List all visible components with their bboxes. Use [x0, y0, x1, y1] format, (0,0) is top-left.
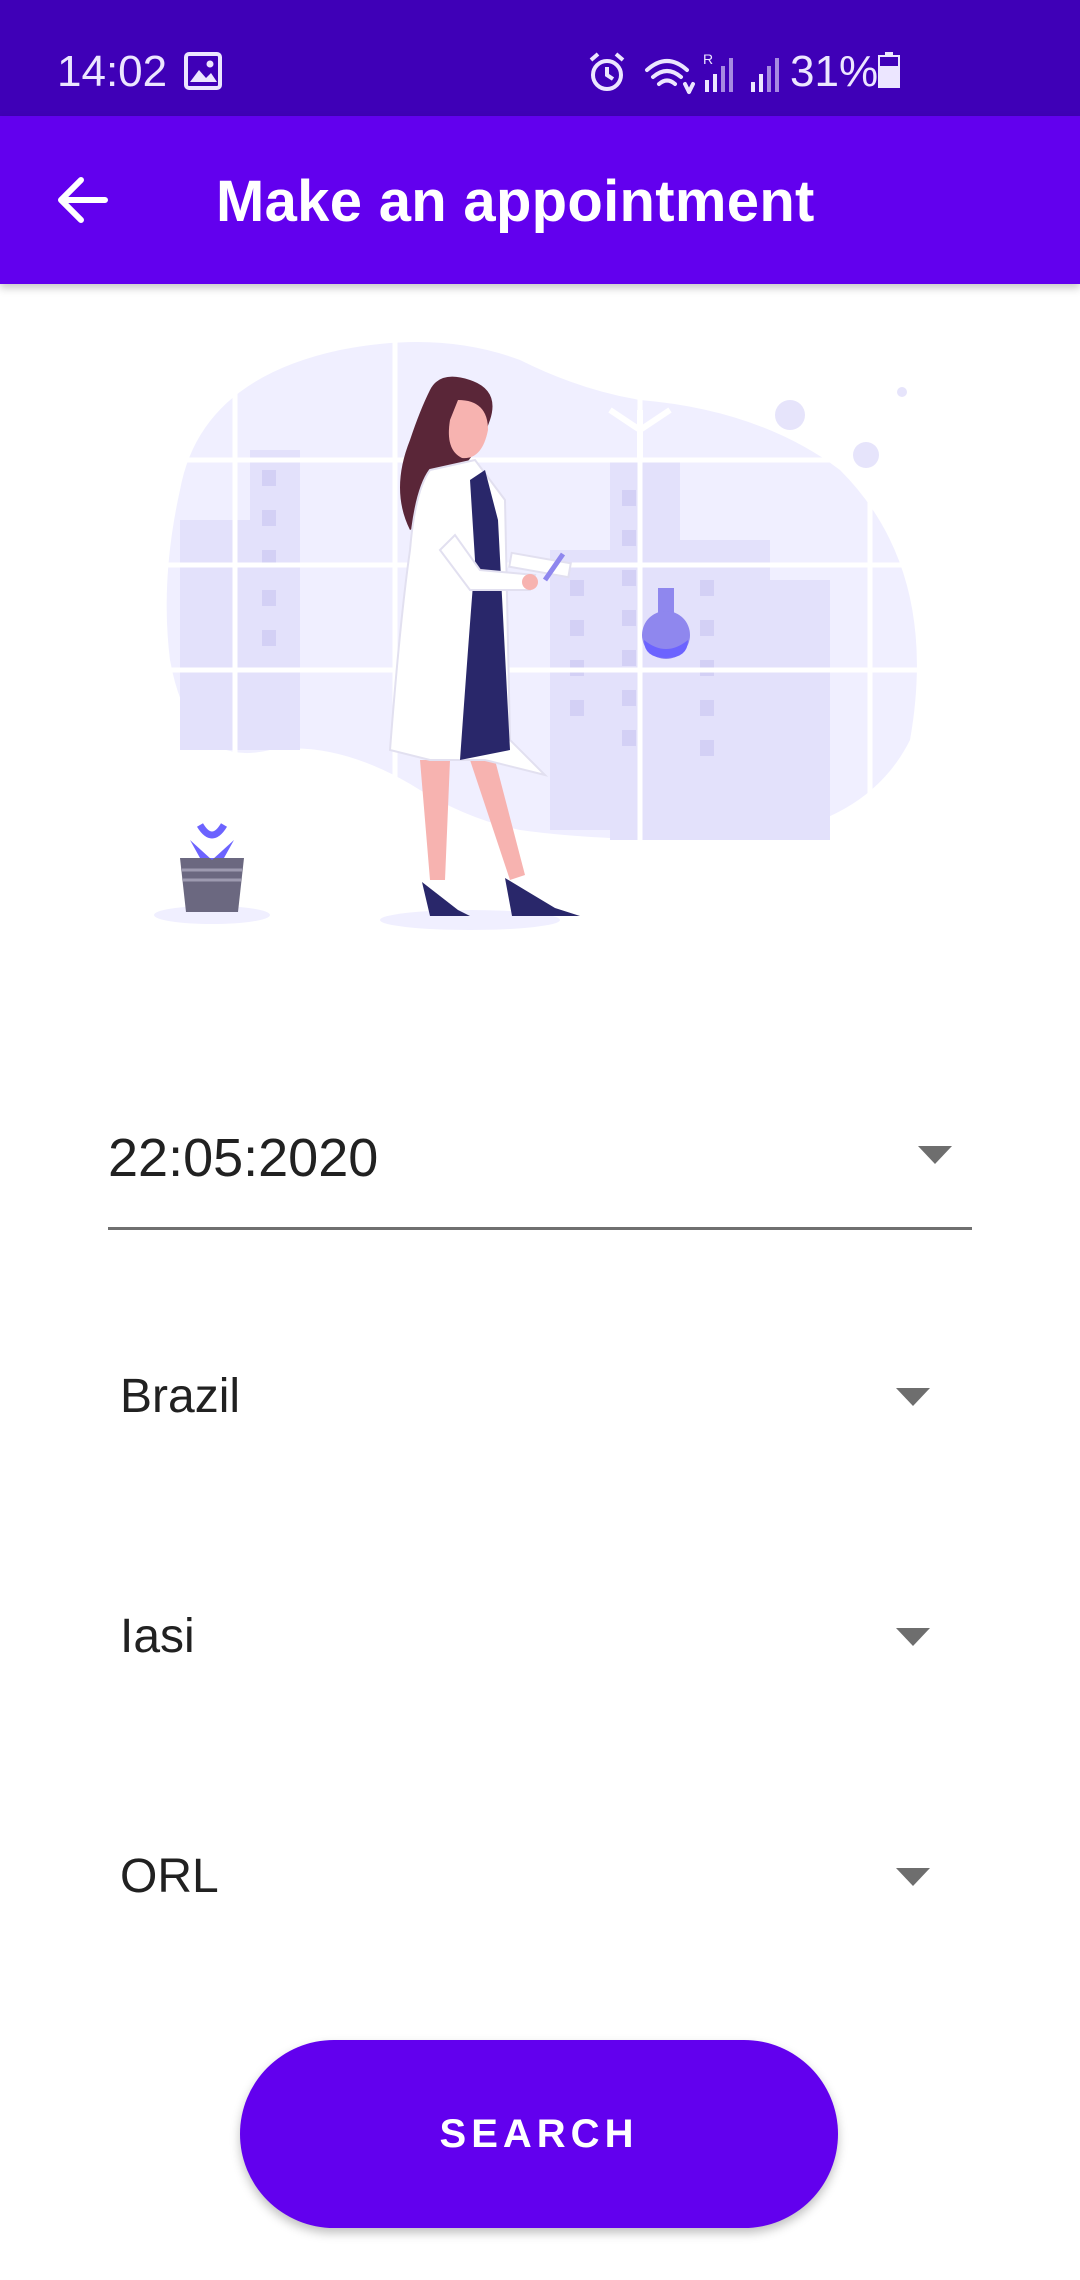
- country-value: Brazil: [120, 1370, 241, 1423]
- date-field[interactable]: 22:05:2020: [108, 1100, 972, 1230]
- status-time: 14:02: [57, 47, 168, 96]
- dropdown-arrow-icon: [896, 1868, 930, 1886]
- signal-icon: R: [703, 51, 733, 92]
- battery-percent: 31%: [790, 47, 879, 96]
- status-bar: 14:02 R 31%: [0, 0, 1080, 116]
- doctor-illustration: [140, 320, 940, 940]
- city-value: Iasi: [120, 1610, 195, 1663]
- gallery-icon: [184, 52, 222, 95]
- search-button[interactable]: SEARCH: [240, 2040, 838, 2228]
- date-value: 22:05:2020: [108, 1128, 379, 1188]
- alarm-icon: [589, 52, 625, 91]
- specialty-value: ORL: [120, 1850, 219, 1903]
- arrow-back-icon: [58, 177, 108, 223]
- page-title: Make an appointment: [216, 169, 815, 234]
- battery-icon: [877, 52, 901, 93]
- wifi-icon: [645, 59, 695, 94]
- dropdown-arrow-icon: [918, 1146, 952, 1164]
- specialty-spinner[interactable]: ORL: [120, 1826, 940, 1936]
- back-button[interactable]: [42, 160, 122, 240]
- country-spinner[interactable]: Brazil: [120, 1346, 940, 1456]
- city-spinner[interactable]: Iasi: [120, 1586, 940, 1696]
- svg-text:R: R: [703, 51, 713, 67]
- dropdown-arrow-icon: [896, 1388, 930, 1406]
- app-bar: Make an appointment: [0, 116, 1080, 284]
- dropdown-arrow-icon: [896, 1628, 930, 1646]
- signal-icon-2: [751, 58, 779, 92]
